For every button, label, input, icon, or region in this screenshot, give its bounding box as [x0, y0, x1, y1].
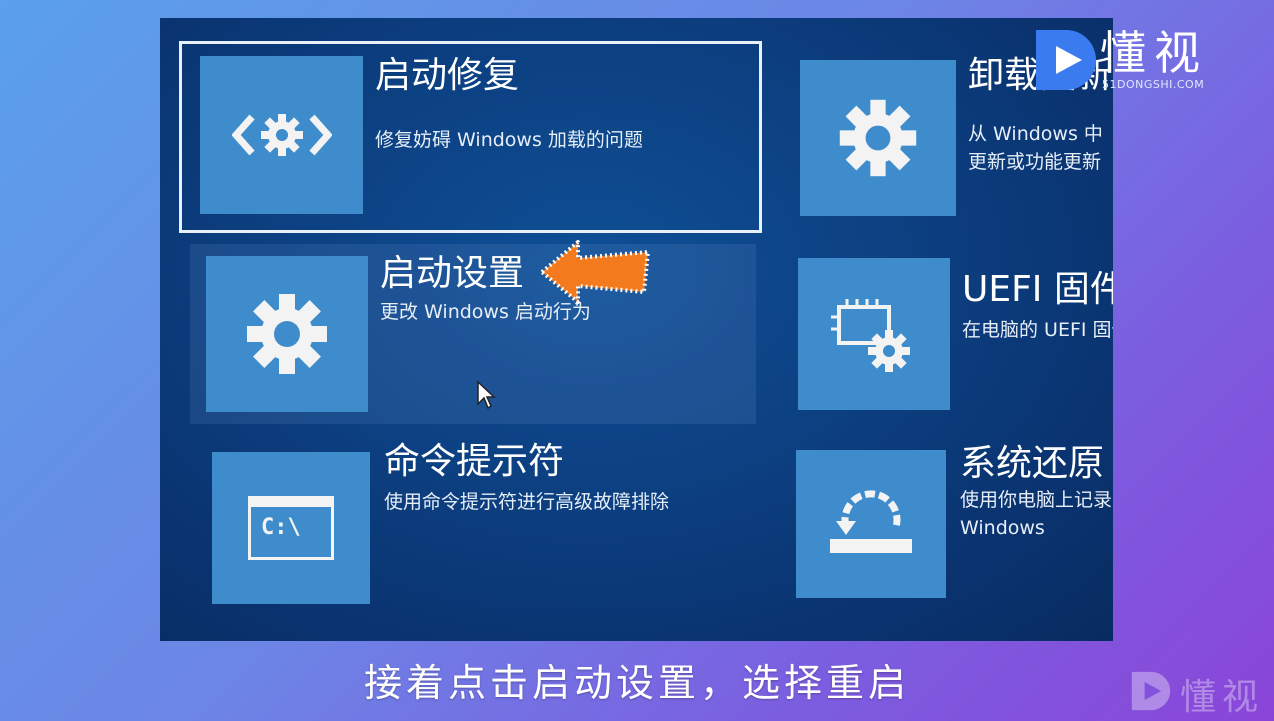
uefi-firmware-desc: 在电脑的 UEFI 固件 [962, 319, 1113, 341]
command-prompt-title: 命令提示符 [384, 441, 565, 482]
restore-icon [830, 490, 912, 553]
startup-settings-tile[interactable]: 启动设置 更改 Windows 启动行为 [190, 244, 756, 424]
uninstall-updates-desc-2: 更新或功能更新 [968, 151, 1102, 173]
startup-repair-tile[interactable]: 启动修复 修复妨碍 Windows 加载的问题 [179, 41, 762, 233]
system-restore-desc-2: Windows [960, 517, 1045, 539]
command-prompt-icon-box: C:\ [212, 452, 370, 604]
startup-repair-title: 启动修复 [375, 55, 520, 96]
dongshi-watermark-text: 懂视 [1180, 677, 1265, 718]
dongshi-logo-url: 51DONGSHI.COM [1102, 78, 1205, 91]
terminal-prompt-text: C:\ [261, 515, 301, 540]
subtitle-caption: 接着点击启动设置，选择重启 [363, 661, 910, 705]
dongshi-watermark: 懂视 [1128, 668, 1274, 718]
dongshi-logo-icon [1036, 30, 1096, 90]
uefi-firmware-title: UEFI 固件 [962, 269, 1113, 310]
uefi-firmware-tile[interactable]: UEFI 固件 在电脑的 UEFI 固件 [796, 254, 1113, 414]
uefi-firmware-icon-box [798, 258, 950, 410]
code-gear-icon [231, 114, 332, 156]
system-restore-desc-1: 使用你电脑上记录 [960, 489, 1113, 511]
uninstall-updates-desc-1: 从 Windows 中 [968, 123, 1103, 145]
startup-settings-icon-box [206, 256, 368, 412]
startup-repair-icon-box [200, 56, 363, 214]
gear-icon [247, 294, 327, 374]
terminal-window-icon: C:\ [248, 496, 334, 560]
startup-settings-title: 启动设置 [380, 253, 525, 294]
chip-gear-icon [831, 299, 910, 372]
command-prompt-tile[interactable]: C:\ 命令提示符 使用命令提示符进行高级故障排除 [196, 442, 756, 614]
system-restore-tile[interactable]: 系统还原 使用你电脑上记录 Windows [794, 444, 1113, 608]
dongshi-logo-text: 懂视 [1100, 26, 1208, 80]
dongshi-logo: 懂视 51DONGSHI.COM [1030, 24, 1240, 96]
mouse-cursor-icon [477, 380, 496, 410]
startup-repair-desc: 修复妨碍 Windows 加载的问题 [375, 129, 643, 151]
recovery-screen: 启动修复 修复妨碍 Windows 加载的问题 启动设置 更改 Windows … [160, 18, 1113, 641]
dongshi-watermark-icon [1131, 671, 1171, 711]
system-restore-icon-box [796, 450, 946, 598]
orange-arrow-annotation [540, 240, 650, 304]
command-prompt-desc: 使用命令提示符进行高级故障排除 [384, 491, 670, 513]
gear-icon [839, 99, 917, 177]
uninstall-updates-icon-box [800, 60, 956, 216]
system-restore-title: 系统还原 [960, 443, 1105, 484]
